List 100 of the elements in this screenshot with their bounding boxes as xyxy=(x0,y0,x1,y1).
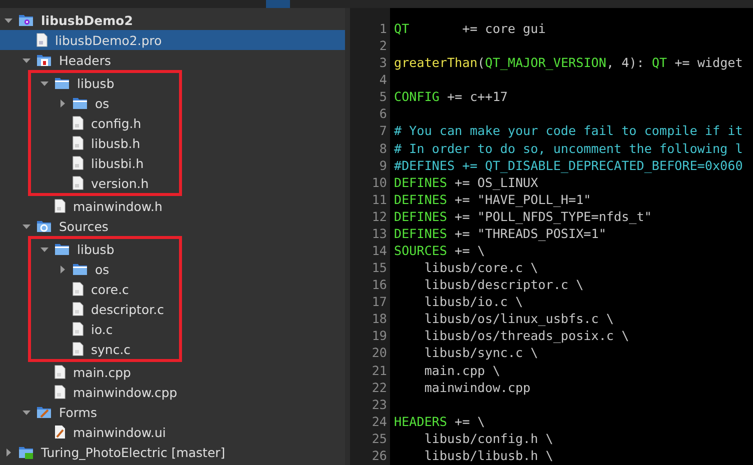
code-line: HEADERS += \ xyxy=(394,414,485,429)
line-number: 15 xyxy=(372,260,388,276)
item-label: Forms xyxy=(59,404,98,420)
line-number: 12 xyxy=(372,208,388,224)
item-label: libusb xyxy=(77,76,114,90)
code-line: DEFINES += "HAVE_POLL_H=1" xyxy=(394,192,592,207)
scrollbar[interactable] xyxy=(345,8,350,465)
tree-item[interactable]: io.c xyxy=(31,319,179,339)
line-number: 18 xyxy=(372,311,388,326)
item-label: os xyxy=(95,96,110,110)
line-number: 14 xyxy=(372,243,388,258)
tree-item[interactable]: main.cpp xyxy=(0,362,345,382)
item-label: sync.c xyxy=(91,342,131,356)
code-line: CONFIG += c++17 xyxy=(394,89,508,104)
collapse-arrow-icon[interactable] xyxy=(40,244,49,254)
item-label: mainwindow.cpp xyxy=(73,384,178,400)
line-number: 5 xyxy=(379,89,388,104)
line-number: 25 xyxy=(372,430,388,446)
collapse-arrow-icon[interactable] xyxy=(4,16,13,24)
expand-arrow-icon[interactable] xyxy=(58,98,67,108)
tree-item[interactable]: sync.c xyxy=(31,339,179,359)
code-line: main.cpp \ xyxy=(423,362,500,378)
collapse-arrow-icon[interactable] xyxy=(22,56,31,64)
line-number: 6 xyxy=(379,106,388,122)
code-line: SOURCES += \ xyxy=(394,243,485,258)
tree-item[interactable]: libusbDemo2 xyxy=(0,10,345,30)
tree-item[interactable]: mainwindow.h xyxy=(0,196,345,216)
tree-item[interactable]: Forms xyxy=(0,402,345,422)
item-label: version.h xyxy=(91,176,149,190)
expand-arrow-icon[interactable] xyxy=(58,264,67,274)
source-folder-icon xyxy=(36,219,52,233)
line-number: 21 xyxy=(372,362,388,378)
line-number: 9 xyxy=(379,158,388,173)
item-label: mainwindow.h xyxy=(73,198,162,214)
tree-item[interactable]: Sources xyxy=(0,216,345,236)
tree-item[interactable]: descriptor.c xyxy=(31,299,179,319)
code-line: QT += core gui xyxy=(394,21,546,36)
expand-arrow-icon[interactable] xyxy=(4,448,13,456)
file-icon xyxy=(72,116,84,130)
code-line: libusb/core.c \ xyxy=(423,260,538,276)
collapse-arrow-icon[interactable] xyxy=(22,222,31,230)
tree-item[interactable]: mainwindow.ui xyxy=(0,422,345,442)
line-number: 24 xyxy=(372,414,388,429)
item-label: mainwindow.ui xyxy=(73,424,166,440)
tree-item[interactable]: Turing_PhotoElectric [master] xyxy=(0,442,345,462)
tree-item[interactable]: libusbi.h xyxy=(31,153,179,173)
line-number: 1 xyxy=(379,21,388,36)
item-label: io.c xyxy=(91,322,113,336)
code-line: libusb/descriptor.c \ xyxy=(423,277,584,292)
item-label: libusb xyxy=(77,242,114,256)
line-number: 10 xyxy=(372,174,388,190)
line-number: 20 xyxy=(372,345,388,360)
form-folder-icon xyxy=(36,405,52,419)
file-icon xyxy=(72,136,84,150)
collapse-arrow-icon[interactable] xyxy=(40,78,49,88)
tree-item[interactable]: version.h xyxy=(31,173,179,193)
file-icon xyxy=(54,385,66,399)
code-line: greaterThan(QT_MAJOR_VERSION, 4): QT += widget xyxy=(394,55,743,70)
item-label: config.h xyxy=(91,116,142,130)
folder-icon xyxy=(54,76,70,90)
pencil-file-icon xyxy=(54,425,66,439)
tree-item[interactable]: os xyxy=(31,93,179,113)
file-icon xyxy=(54,365,66,379)
item-label: main.cpp xyxy=(73,364,131,380)
item-label: Headers xyxy=(59,52,112,68)
collapse-arrow-icon[interactable] xyxy=(22,408,31,416)
code-line: # In order to do so, uncomment the following l xyxy=(394,140,743,156)
tree-item[interactable]: libusb.h xyxy=(31,133,179,153)
line-number: 22 xyxy=(372,380,388,395)
code-line: DEFINES += "POLL_NFDS_TYPE=nfds_t" xyxy=(394,208,652,224)
tree-item[interactable]: mainwindow.cpp xyxy=(0,382,345,402)
item-label: libusb.h xyxy=(91,136,140,150)
folder-icon xyxy=(72,262,88,276)
file-icon xyxy=(72,322,84,336)
header-folder-icon xyxy=(36,53,52,67)
file-icon xyxy=(36,33,48,47)
item-label: libusbi.h xyxy=(91,156,144,170)
line-number: 4 xyxy=(379,72,388,88)
code-line: # You can make your code fail to compile if it xyxy=(394,123,743,138)
tree-item[interactable]: libusbDemo2.pro xyxy=(0,30,345,50)
item-label: libusbDemo2.pro xyxy=(55,32,162,48)
project-folder-icon xyxy=(18,445,34,459)
tree-item[interactable]: config.h xyxy=(31,113,179,133)
tree-item[interactable]: libusb xyxy=(31,239,179,259)
code-line: #DEFINES += QT_DISABLE_DEPRECATED_BEFORE=0x060 xyxy=(394,158,743,173)
tree-item[interactable]: core.c xyxy=(31,279,179,299)
item-label: Sources xyxy=(59,218,108,234)
code-line: libusb/libusb.h \ xyxy=(423,448,554,463)
tree-item[interactable]: libusb xyxy=(31,73,179,93)
item-label: descriptor.c xyxy=(91,302,164,316)
line-number: 16 xyxy=(372,277,388,292)
item-label: Turing_PhotoElectric [master] xyxy=(41,444,226,460)
project-folder-icon xyxy=(18,13,34,27)
folder-icon xyxy=(54,242,70,256)
tree-item[interactable]: Headers xyxy=(0,50,345,70)
code-line: libusb/os/linux_usbfs.c \ xyxy=(423,311,614,326)
line-number: 23 xyxy=(372,396,388,412)
file-icon xyxy=(72,302,84,316)
line-number: 11 xyxy=(372,192,388,207)
tree-item[interactable]: os xyxy=(31,259,179,279)
